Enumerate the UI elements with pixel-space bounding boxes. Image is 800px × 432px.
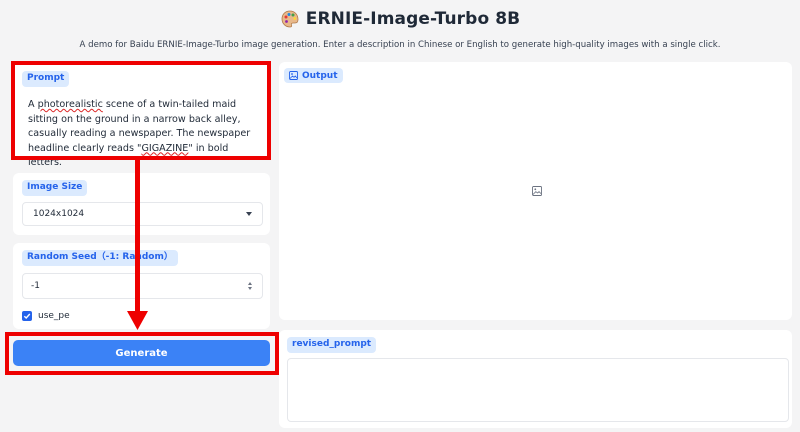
prompt-highlight-box	[11, 61, 271, 160]
image-placeholder-icon	[532, 186, 542, 196]
revised-prompt-label: revised_prompt	[287, 337, 377, 353]
random-seed-value: -1	[31, 281, 40, 291]
use-pe-label: use_pe	[38, 311, 70, 321]
number-stepper-icon[interactable]	[245, 280, 254, 292]
random-seed-label: Random Seed（-1: Random）	[22, 250, 178, 266]
annotation-arrow-shaft	[135, 160, 140, 313]
palette-icon	[281, 10, 299, 28]
page-subtitle: A demo for Baidu ERNIE-Image-Turbo image…	[79, 40, 721, 50]
output-label-chip: Output	[284, 68, 343, 83]
annotation-arrow-head-icon	[127, 311, 148, 330]
use-pe-row: use_pe	[22, 311, 70, 321]
revised-prompt-textbox[interactable]	[287, 358, 789, 422]
chevron-down-icon	[246, 212, 252, 216]
image-size-value: 1024x1024	[33, 209, 85, 219]
random-seed-input[interactable]: -1	[22, 273, 263, 299]
generate-highlight-box	[5, 332, 279, 375]
use-pe-checkbox[interactable]	[22, 311, 32, 321]
image-size-label: Image Size	[22, 180, 88, 196]
app-header: ERNIE-Image-Turbo 8B	[0, 6, 800, 32]
image-size-dropdown[interactable]: 1024x1024	[22, 202, 263, 226]
page-title: ERNIE-Image-Turbo 8B	[305, 9, 521, 29]
output-label: Output	[302, 70, 338, 81]
image-icon	[289, 71, 298, 80]
checkmark-icon	[23, 313, 31, 320]
